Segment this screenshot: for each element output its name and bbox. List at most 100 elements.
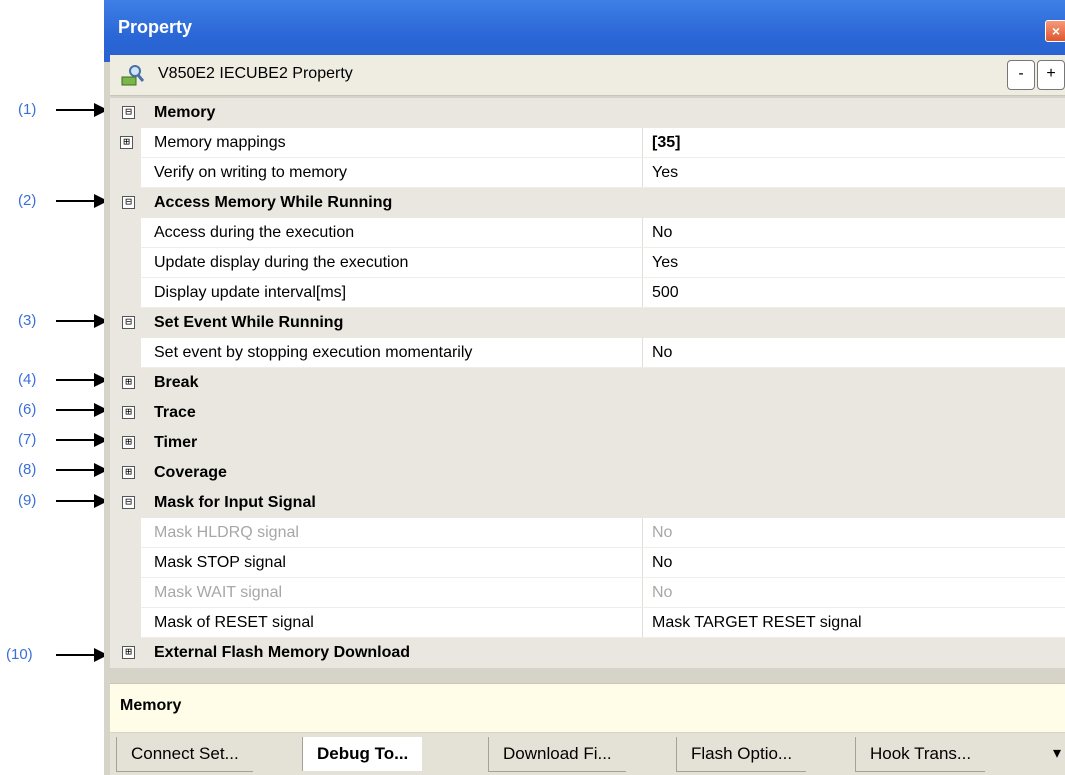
property-name: Verify on writing to memory <box>154 164 347 181</box>
tab-debug-tool-settings[interactable]: Debug To... <box>302 737 423 771</box>
column-divider <box>642 578 643 608</box>
expand-icon[interactable]: ⊞ <box>122 646 135 659</box>
expand-icon[interactable]: ⊞ <box>122 466 135 479</box>
callout-10: (10) <box>0 645 112 665</box>
category-label: External Flash Memory Download <box>154 644 411 661</box>
row-gutter <box>110 218 141 248</box>
arrow-line <box>56 654 96 656</box>
property-value: No <box>652 584 673 601</box>
category-label: Break <box>154 374 199 391</box>
column-divider <box>642 338 643 368</box>
category-row[interactable]: ⊞ Break <box>110 368 1065 398</box>
property-value[interactable]: 500 <box>652 284 679 302</box>
callout-9: (9) <box>0 491 112 511</box>
row-gutter <box>110 518 141 548</box>
property-value[interactable]: Mask TARGET RESET signal <box>652 614 862 632</box>
category-label: Memory <box>154 104 216 121</box>
arrow-line <box>56 379 96 381</box>
arrow-line <box>56 439 96 441</box>
column-divider <box>642 278 643 308</box>
property-row[interactable]: Mask STOP signal No <box>110 548 1065 578</box>
row-gutter <box>110 248 141 278</box>
description-text: Memory <box>120 697 182 714</box>
property-name: Set event by stopping execution momentar… <box>154 344 473 361</box>
callout-1: (1) <box>0 100 112 120</box>
tab-download-file-settings[interactable]: Download Fi... <box>488 737 626 772</box>
collapse-icon[interactable]: ⊟ <box>122 496 135 509</box>
panel-titlebar[interactable]: Property × <box>104 0 1065 62</box>
callout-label: (4) <box>18 371 37 388</box>
row-gutter <box>110 158 141 188</box>
callout-label: (9) <box>18 492 37 509</box>
property-row[interactable]: Verify on writing to memory Yes <box>110 158 1065 188</box>
property-name: Mask of RESET signal <box>154 614 314 631</box>
category-row[interactable]: ⊞ Coverage <box>110 458 1065 488</box>
property-value[interactable]: No <box>652 224 672 242</box>
debug-tool-icon <box>121 65 144 86</box>
row-gutter <box>110 578 141 608</box>
tab-flash-options[interactable]: Flash Optio... <box>676 737 807 772</box>
category-row[interactable]: ⊟ Access Memory While Running <box>110 188 1065 218</box>
property-row[interactable]: Set event by stopping execution momentar… <box>110 338 1065 368</box>
category-row[interactable]: ⊟ Mask for Input Signal <box>110 488 1065 518</box>
arrow-line <box>56 320 96 322</box>
category-label: Set Event While Running <box>154 314 344 331</box>
panel-title: Property <box>118 17 193 37</box>
expand-all-button[interactable]: + <box>1037 60 1065 90</box>
property-row[interactable]: ⊞ Memory mappings [35] <box>110 128 1065 158</box>
property-row[interactable]: Update display during the execution Yes <box>110 248 1065 278</box>
close-button[interactable]: × <box>1045 20 1065 42</box>
collapse-icon[interactable]: ⊟ <box>122 196 135 209</box>
property-value[interactable]: No <box>652 344 672 362</box>
callout-2: (2) <box>0 191 112 211</box>
property-name: Display update interval[ms] <box>154 284 347 301</box>
collapse-all-button[interactable]: - <box>1007 60 1035 90</box>
collapse-icon[interactable]: ⊟ <box>122 316 135 329</box>
category-label: Mask for Input Signal <box>154 494 316 511</box>
property-value[interactable]: No <box>652 554 672 572</box>
category-row[interactable]: ⊟ Set Event While Running <box>110 308 1065 338</box>
property-grid: ⊟ Memory ⊞ Memory mappings [35] Verify on wri… <box>110 98 1065 678</box>
tab-hook-transaction[interactable]: Hook Trans... <box>855 737 986 772</box>
category-row[interactable]: ⊞ External Flash Memory Download <box>110 638 1065 668</box>
column-divider <box>642 248 643 278</box>
arrow-line <box>56 109 96 111</box>
property-row[interactable]: Access during the execution No <box>110 218 1065 248</box>
category-label: Trace <box>154 404 196 421</box>
property-row[interactable]: Display update interval[ms] 500 <box>110 278 1065 308</box>
property-name: Mask STOP signal <box>154 554 286 571</box>
column-divider <box>642 128 643 158</box>
property-row[interactable]: Mask WAIT signal No <box>110 578 1065 608</box>
tab-overflow-icon[interactable]: ▾ <box>1053 743 1061 763</box>
callout-label: (3) <box>18 312 37 329</box>
expand-icon[interactable]: ⊞ <box>122 376 135 389</box>
property-name: Mask HLDRQ signal <box>154 524 299 541</box>
column-divider <box>642 218 643 248</box>
column-divider <box>642 608 643 638</box>
callout-label: (2) <box>18 192 37 209</box>
column-divider <box>642 548 643 578</box>
property-value[interactable]: [35] <box>652 134 680 152</box>
property-value[interactable]: Yes <box>652 164 678 182</box>
category-row[interactable]: ⊟ Memory <box>110 98 1065 128</box>
column-divider <box>642 158 643 188</box>
tab-connect-settings[interactable]: Connect Set... <box>116 737 253 772</box>
property-name: Access during the execution <box>154 224 355 241</box>
expand-icon[interactable]: ⊞ <box>120 136 133 149</box>
collapse-icon[interactable]: ⊟ <box>122 106 135 119</box>
property-value: No <box>652 524 673 541</box>
category-label: Access Memory While Running <box>154 194 393 211</box>
expand-icon[interactable]: ⊞ <box>122 436 135 449</box>
column-divider <box>642 518 643 548</box>
arrow-line <box>56 200 96 202</box>
property-value[interactable]: Yes <box>652 254 678 272</box>
property-name: Update display during the execution <box>154 254 409 271</box>
callout-4: (4) <box>0 370 112 390</box>
property-row[interactable]: Mask HLDRQ signal No <box>110 518 1065 548</box>
category-row[interactable]: ⊞ Timer <box>110 428 1065 458</box>
category-row[interactable]: ⊞ Trace <box>110 398 1065 428</box>
expand-icon[interactable]: ⊞ <box>122 406 135 419</box>
callout-7: (7) <box>0 430 112 450</box>
property-row[interactable]: Mask of RESET signal Mask TARGET RESET si… <box>110 608 1065 638</box>
category-label: Coverage <box>154 464 227 481</box>
